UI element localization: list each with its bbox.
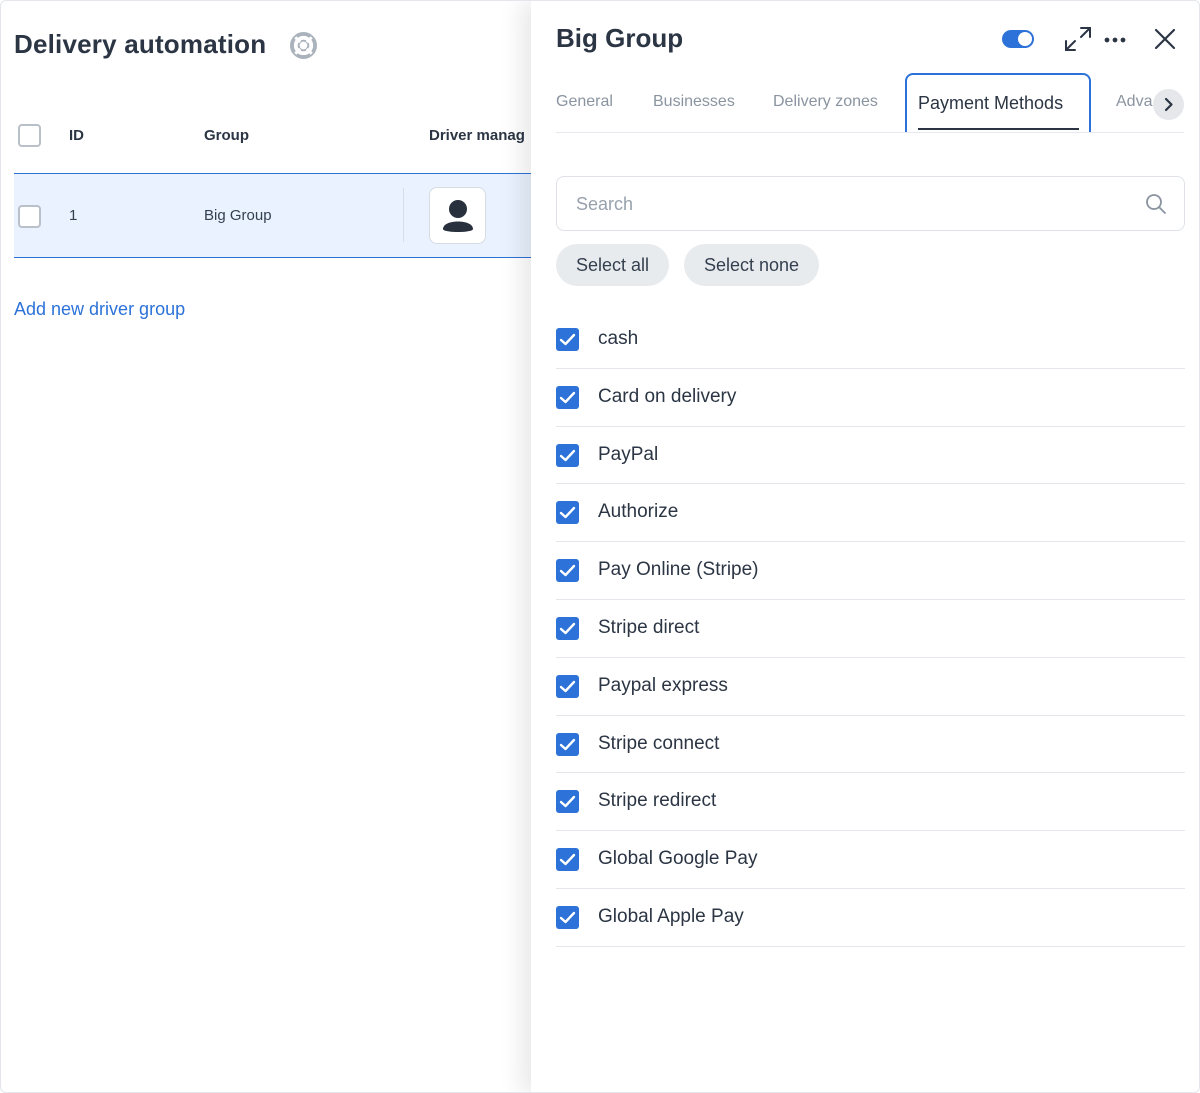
toggle-knob [1018, 32, 1032, 46]
lifebuoy-icon[interactable] [290, 32, 317, 59]
select-all-button[interactable]: Select all [556, 244, 670, 286]
method-label: Stripe connect [598, 732, 720, 754]
select-none-button[interactable]: Select none [684, 244, 820, 286]
checkmark-icon [559, 853, 576, 866]
tab-payment-methods[interactable]: Payment Methods [905, 73, 1091, 132]
search-box [556, 176, 1185, 231]
method-label: Pay Online (Stripe) [598, 559, 759, 581]
method-checkbox[interactable] [556, 616, 579, 640]
method-label: PayPal [598, 443, 659, 465]
tab-delivery-zones[interactable]: Delivery zones [773, 93, 878, 111]
method-label: Stripe redirect [598, 790, 717, 812]
list-item[interactable]: cash [556, 311, 1185, 369]
method-checkbox[interactable] [556, 790, 579, 814]
list-item[interactable]: Stripe redirect [556, 773, 1185, 832]
checkmark-icon [559, 738, 576, 750]
method-checkbox[interactable] [556, 674, 579, 698]
close-icon[interactable] [1154, 28, 1176, 50]
row-id: 1 [69, 207, 78, 224]
list-item[interactable]: Global Apple Pay [556, 889, 1185, 947]
column-header-id[interactable]: ID [69, 127, 84, 144]
method-label: Stripe direct [598, 616, 700, 638]
method-label: Card on delivery [598, 385, 737, 407]
method-label: Global Apple Pay [598, 905, 744, 927]
panel-title: Big Group [556, 23, 684, 53]
column-header-group[interactable]: Group [204, 127, 249, 144]
driver-groups-page: Delivery automation ID Group Driver mana… [1, 1, 544, 1092]
list-item[interactable]: Stripe connect [556, 716, 1185, 774]
method-checkbox[interactable] [556, 328, 579, 351]
tab-bar: General Businesses Delivery zones Paymen… [556, 73, 1184, 133]
user-icon [443, 200, 473, 232]
list-item[interactable]: PayPal [556, 427, 1185, 485]
search-icon[interactable] [1145, 193, 1167, 215]
active-tab-underline [918, 128, 1079, 130]
search-input[interactable] [576, 191, 1136, 217]
avatar[interactable] [429, 187, 486, 244]
checkmark-icon [559, 796, 576, 808]
more-icon[interactable] [1103, 35, 1127, 45]
payment-methods-list: cash Card on delivery PayPal Authorize Pay O… [556, 311, 1185, 947]
checkmark-icon [559, 391, 576, 403]
method-label: Global Google Pay [598, 848, 758, 870]
checkmark-icon [559, 680, 576, 692]
expand-icon[interactable] [1063, 25, 1093, 53]
method-checkbox[interactable] [556, 905, 579, 929]
table-row[interactable]: 1 Big Group [14, 173, 544, 258]
select-all-rows-checkbox[interactable] [18, 124, 41, 147]
column-divider [403, 188, 404, 242]
checkmark-icon [559, 564, 576, 577]
add-driver-group-link[interactable]: Add new driver group [14, 299, 185, 320]
method-checkbox[interactable] [556, 559, 579, 583]
page-title: Delivery automation [14, 29, 267, 59]
list-item[interactable]: Global Google Pay [556, 831, 1185, 889]
list-item[interactable]: Card on delivery [556, 369, 1185, 427]
method-checkbox[interactable] [556, 848, 579, 872]
method-label: Paypal express [598, 674, 728, 696]
method-label: Authorize [598, 501, 679, 523]
checkmark-icon [559, 333, 576, 346]
method-checkbox[interactable] [556, 443, 579, 467]
chevron-right-icon [1164, 97, 1173, 112]
tab-businesses[interactable]: Businesses [653, 93, 735, 111]
method-checkbox[interactable] [556, 732, 579, 756]
checkmark-icon [559, 507, 576, 519]
method-label: cash [598, 328, 639, 349]
group-detail-panel: Big Group General Businesses Delivery zo… [531, 1, 1199, 1092]
tab-general[interactable]: General [556, 93, 613, 111]
list-item[interactable]: Paypal express [556, 658, 1185, 716]
row-checkbox[interactable] [18, 205, 41, 228]
tabs-scroll-right-button[interactable] [1153, 89, 1184, 120]
enabled-toggle[interactable] [1002, 30, 1034, 48]
checkmark-icon [559, 911, 576, 924]
list-item[interactable]: Pay Online (Stripe) [556, 542, 1185, 600]
tab-advanced[interactable]: Adva [1116, 93, 1152, 111]
table-header: ID Group Driver manag [14, 101, 544, 171]
method-checkbox[interactable] [556, 501, 579, 525]
checkmark-icon [559, 449, 576, 461]
column-header-driver-manager[interactable]: Driver manag [429, 127, 525, 144]
list-item[interactable]: Stripe direct [556, 600, 1185, 658]
list-item[interactable]: Authorize [556, 484, 1185, 543]
checkmark-icon [559, 622, 576, 635]
row-group-name: Big Group [204, 207, 272, 224]
tab-payment-methods-label: Payment Methods [918, 93, 1064, 113]
method-checkbox[interactable] [556, 385, 579, 409]
app-window: Delivery automation ID Group Driver mana… [0, 0, 1200, 1093]
